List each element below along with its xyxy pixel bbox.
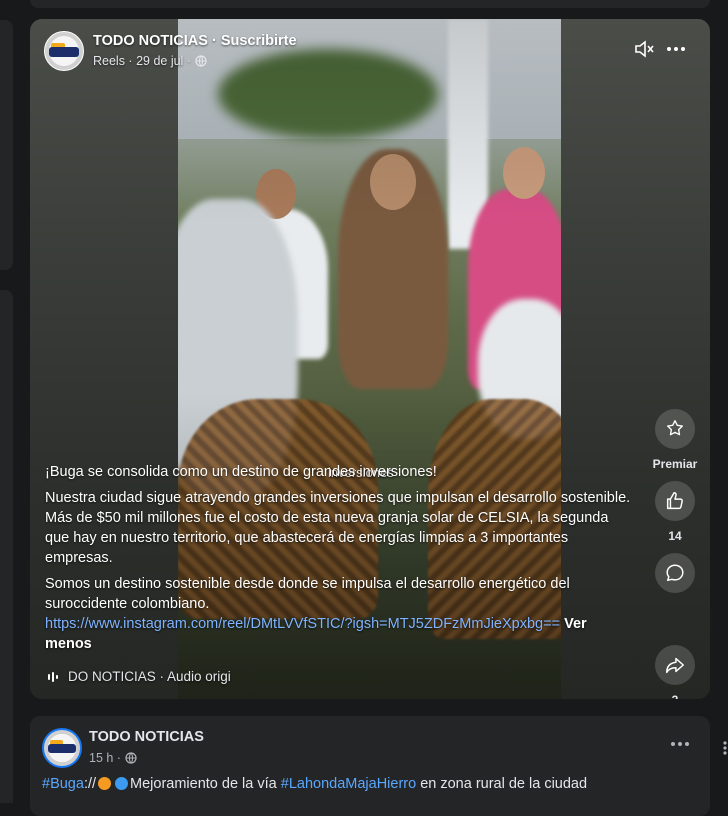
- page-name[interactable]: TODO NOTICIAS · Suscribirte: [93, 33, 297, 49]
- comment-icon: [666, 564, 684, 582]
- orange-circle-emoji: [98, 777, 112, 790]
- like-button[interactable]: [655, 481, 695, 521]
- blue-circle-emoji: [115, 777, 129, 790]
- post-meta-text: Reels · 29 de jul ·: [93, 54, 191, 68]
- like-count: 14: [668, 529, 682, 543]
- hashtag-link[interactable]: #Buga: [42, 776, 84, 792]
- comment-action[interactable]: [640, 553, 710, 593]
- comment-button[interactable]: [655, 553, 695, 593]
- premiar-action[interactable]: Premiar: [640, 409, 710, 471]
- like-icon: [666, 492, 683, 510]
- globe-icon: [125, 752, 137, 764]
- previous-post-bottom: [30, 0, 710, 8]
- logo-stripe: [48, 744, 76, 753]
- caption-paragraph: Somos un destino sostenible desde donde …: [45, 576, 570, 612]
- premiar-label: Premiar: [652, 457, 698, 471]
- reel-card[interactable]: TODO NOTICIAS · Suscribirte Reels · 29 d…: [30, 19, 710, 699]
- post-meta: Reels · 29 de jul ·: [93, 54, 207, 68]
- post-meta: 15 h ·: [89, 751, 137, 765]
- post-text: #Buga:// Mejoramiento de la vía #LahondaM…: [42, 776, 587, 792]
- instagram-link[interactable]: https://www.instagram.com/reel/DMtLVVfST…: [45, 616, 560, 632]
- star-badge-icon: [666, 420, 684, 436]
- audio-wave-icon: [48, 671, 58, 682]
- share-icon: [666, 657, 684, 674]
- caption-headline: ¡Buga se consolida como un destino de gr…: [45, 464, 437, 480]
- page-avatar[interactable]: [42, 728, 82, 768]
- left-column-card: [0, 20, 13, 270]
- like-action[interactable]: 14: [640, 481, 710, 543]
- share-count: 2: [640, 693, 710, 699]
- audio-label: DO NOTICIAS · Audio origi: [68, 669, 231, 684]
- share-action[interactable]: 2: [640, 645, 710, 699]
- star-badge-button[interactable]: [655, 409, 695, 449]
- globe-icon: [195, 55, 207, 67]
- caption-link-row: https://www.instagram.com/reel/DMtLVVfST…: [45, 614, 635, 654]
- left-column-card: [0, 290, 13, 803]
- reel-header: TODO NOTICIAS · Suscribirte Reels · 29 d…: [44, 31, 696, 71]
- page-avatar[interactable]: [44, 31, 84, 71]
- more-icon[interactable]: [668, 736, 692, 752]
- audio-attribution[interactable]: DO NOTICIAS · Audio origi: [48, 669, 231, 684]
- share-button[interactable]: [655, 645, 695, 685]
- post-text-tail: en zona rural de la ciudad: [416, 776, 588, 792]
- post-card[interactable]: TODO NOTICIAS 15 h · #Buga:// Mejoramient…: [30, 716, 710, 816]
- post-time[interactable]: 15 h ·: [89, 751, 121, 765]
- mute-icon[interactable]: [632, 37, 656, 61]
- hashtag-link[interactable]: #LahondaMajaHierro: [281, 776, 416, 792]
- post-text-separator: ://: [83, 776, 97, 792]
- post-text-main: Mejoramiento de la vía: [130, 776, 281, 792]
- page-name[interactable]: TODO NOTICIAS: [89, 729, 204, 745]
- more-icon[interactable]: [664, 37, 688, 61]
- reel-caption: ¡Buga se consolida como un destino de gr…: [45, 462, 635, 654]
- caption-paragraph: Nuestra ciudad sigue atrayendo grandes i…: [45, 490, 631, 566]
- more-icon[interactable]: [722, 740, 728, 756]
- logo-stripe: [49, 47, 79, 57]
